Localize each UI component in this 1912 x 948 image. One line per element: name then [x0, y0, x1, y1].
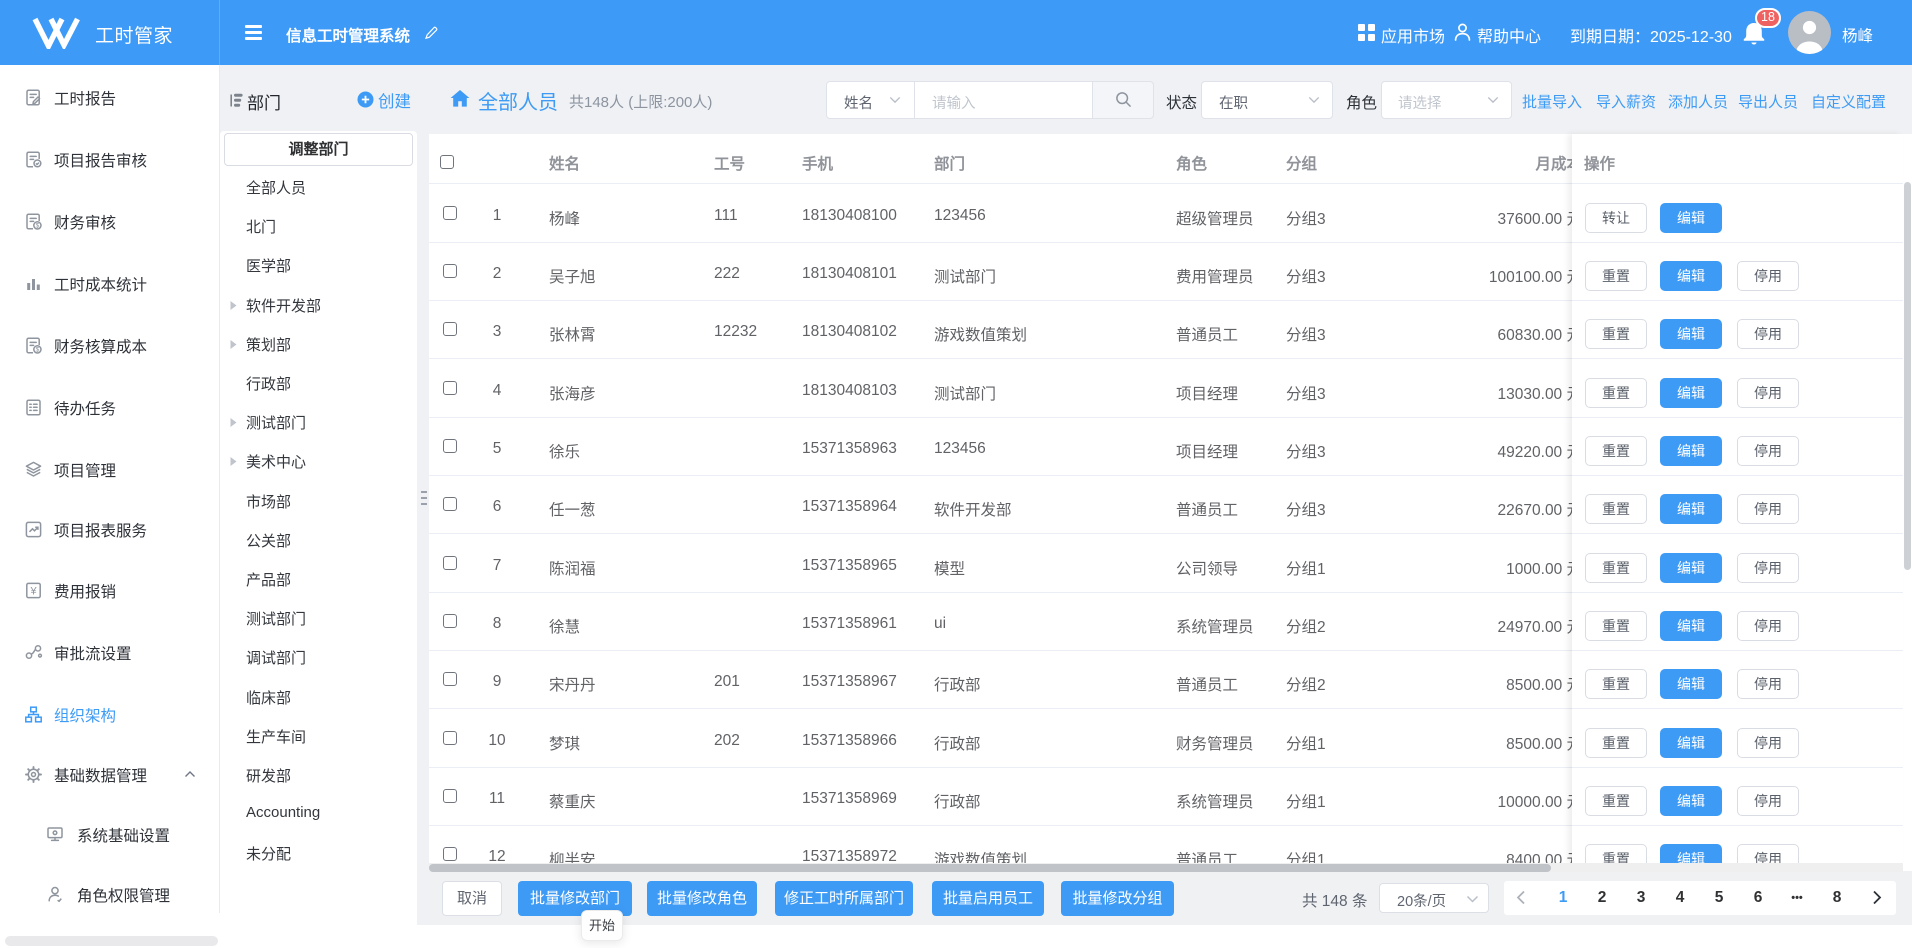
- svg-text:$: $: [36, 347, 40, 354]
- svg-text:$: $: [36, 223, 40, 230]
- svg-text:¥: ¥: [29, 585, 37, 597]
